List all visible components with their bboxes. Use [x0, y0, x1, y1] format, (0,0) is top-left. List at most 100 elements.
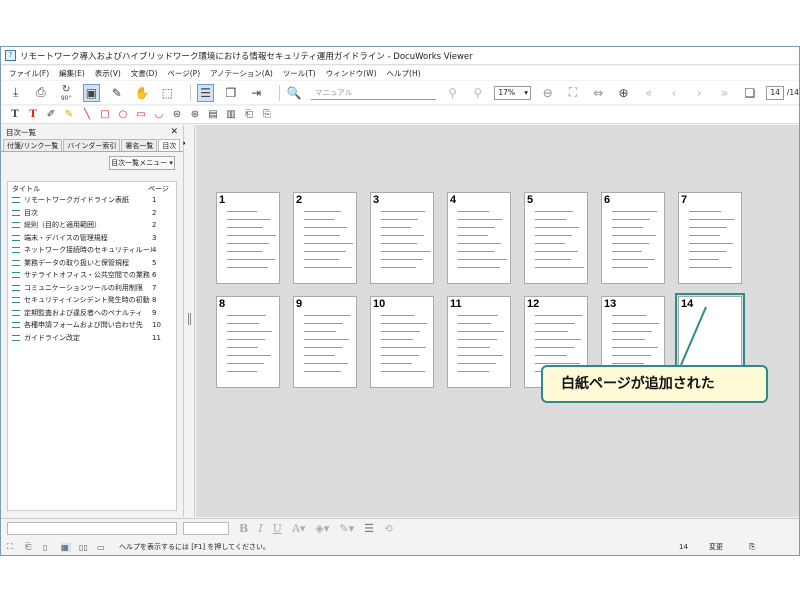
outline-panel-icon[interactable]: ☰ — [196, 83, 215, 102]
fit-width-icon[interactable]: ⇔ — [590, 84, 607, 102]
hand-tool-icon[interactable]: ✋ — [133, 84, 150, 102]
history-icon[interactable]: ⟲ — [384, 522, 393, 535]
next-page-icon[interactable]: › — [691, 84, 708, 102]
panel-splitter[interactable] — [185, 125, 195, 517]
date-stamp-icon[interactable]: ⊛ — [189, 109, 201, 121]
text-tool-icon[interactable]: T — [9, 109, 21, 121]
zoom-select[interactable]: 17% ▾ — [494, 85, 532, 100]
outline-item[interactable]: 総則（目的と適用範囲） 2 — [8, 219, 176, 232]
underline-icon[interactable]: U — [273, 522, 282, 535]
outline-item[interactable]: サテライトオフィス・公共空間での業務 6 — [8, 269, 176, 282]
rotate-icon[interactable]: ↻ 90° — [58, 84, 75, 102]
bookmark-icon — [12, 197, 20, 204]
select-tool-icon[interactable]: ⬚ — [159, 84, 176, 102]
splitter-grip[interactable] — [188, 313, 191, 325]
highlighter-tool-icon[interactable]: ✎ — [63, 109, 75, 121]
thumbnail-view-icon[interactable]: ▣ — [82, 83, 101, 102]
export-icon[interactable]: ⇥ — [248, 84, 265, 102]
menu-edit[interactable]: 編集(E) — [59, 68, 85, 79]
outline-menu-button[interactable]: 目次一覧メニュー ▾ — [109, 156, 175, 170]
last-page-icon[interactable]: » — [716, 84, 733, 102]
outline-item[interactable]: 業務データの取り扱いと保管規程 5 — [8, 257, 176, 270]
fit-page-icon[interactable]: ⛶ — [564, 84, 581, 102]
tab-binder-index[interactable]: バインダー索引 — [63, 139, 121, 151]
line-width-icon[interactable]: ☰ — [364, 522, 374, 535]
tab-sticky-links[interactable]: 付箋/リンク一覧 — [3, 139, 63, 151]
font-size-select[interactable] — [183, 522, 229, 535]
italic-icon[interactable]: I — [258, 522, 262, 535]
red-text-tool-icon[interactable]: T — [27, 109, 39, 121]
thumbnail-mode-icon[interactable]: ▦ — [61, 542, 71, 552]
ellipse-tool-icon[interactable]: ○ — [117, 109, 129, 121]
add-page-icon[interactable]: ⎘ — [261, 109, 273, 121]
page-thumbnail[interactable]: 1 — [216, 192, 280, 284]
copy-icon[interactable]: ❐ — [222, 84, 239, 102]
sticky-note-icon[interactable]: ⎗ — [243, 109, 255, 121]
two-page-icon[interactable]: ▯▯ — [79, 543, 89, 552]
fullscreen-icon[interactable]: ⛶ — [7, 542, 17, 552]
font-color-icon[interactable]: A▾ — [292, 522, 305, 535]
menu-page[interactable]: ページ(P) — [167, 68, 200, 79]
scroll-mode-icon[interactable]: ▭ — [97, 543, 107, 552]
status-copy-icon[interactable]: ⎘ — [749, 542, 755, 552]
outline-item[interactable]: 各種申請フォームおよび問い合わせ先 10 — [8, 319, 176, 332]
font-select[interactable] — [7, 522, 177, 535]
menu-view[interactable]: 表示(V) — [95, 68, 121, 79]
page-thumbnail[interactable]: 5 — [524, 192, 588, 284]
image-tool-icon[interactable]: ▤ — [207, 109, 219, 121]
outline-item[interactable]: リモートワークガイドライン表紙 1 — [8, 194, 176, 207]
tab-outline[interactable]: 目次 — [158, 139, 181, 151]
outline-item[interactable]: コミュニケーションツールの利用制限 7 — [8, 282, 176, 295]
bold-icon[interactable]: B — [239, 522, 248, 535]
page-view-icon[interactable]: ❏ — [741, 84, 758, 102]
page-thumbnail[interactable]: 7 — [678, 192, 742, 284]
page-text-line — [381, 267, 416, 268]
page-thumbnail[interactable]: 10 — [370, 296, 434, 388]
zoom-in-icon[interactable]: ⊕ — [615, 84, 632, 102]
close-icon[interactable]: ✕ — [170, 127, 178, 137]
line-color-icon[interactable]: ✎▾ — [339, 522, 354, 535]
prev-page-icon[interactable]: ‹ — [665, 84, 682, 102]
page-number: 6 — [604, 194, 611, 206]
attachment-icon[interactable]: ⎗ — [25, 542, 35, 552]
outline-item[interactable]: セキュリティインシデント発生時の初動 8 — [8, 294, 176, 307]
menu-annotation[interactable]: アノテーション(A) — [210, 68, 273, 79]
shape-tool-icon[interactable]: ◡ — [153, 109, 165, 121]
page-thumbnail[interactable]: 8 — [216, 296, 280, 388]
menu-help[interactable]: ヘルプ(H) — [387, 68, 421, 79]
single-page-icon[interactable]: ▯ — [43, 543, 53, 552]
menu-file[interactable]: ファイル(F) — [9, 68, 49, 79]
line-tool-icon[interactable]: ╲ — [81, 109, 93, 121]
menu-tools[interactable]: ツール(T) — [283, 68, 316, 79]
outline-item[interactable]: ガイドライン改定 11 — [8, 332, 176, 345]
page-thumbnail[interactable]: 11 — [447, 296, 511, 388]
outline-item[interactable]: 定期監査および違反者へのペナルティ 9 — [8, 307, 176, 320]
page-thumbnail[interactable]: 6 — [601, 192, 665, 284]
first-page-icon[interactable]: « — [640, 84, 657, 102]
import-icon[interactable]: ⤓ — [7, 84, 24, 102]
find-user-next-icon[interactable]: ⚲ — [469, 84, 486, 102]
menu-window[interactable]: ウィンドウ(W) — [326, 68, 377, 79]
page-thumbnail[interactable]: 9 — [293, 296, 357, 388]
outline-item[interactable]: 端末・デバイスの管理規程 3 — [8, 232, 176, 245]
tab-signatures[interactable]: 署名一覧 — [121, 139, 158, 151]
search-input[interactable]: マニュアル — [310, 85, 436, 100]
page-thumbnail[interactable]: 2 — [293, 192, 357, 284]
filled-rect-tool-icon[interactable]: ▭ — [135, 109, 147, 121]
page-thumbnail[interactable]: 4 — [447, 192, 511, 284]
page-thumbnail[interactable]: 3 — [370, 192, 434, 284]
search-icon[interactable]: 🔍 — [286, 84, 303, 102]
zoom-out-icon[interactable]: ⊖ — [539, 84, 556, 102]
page-number-input[interactable]: 14 — [766, 85, 784, 100]
stamp-tool-icon[interactable]: ⊜ — [171, 109, 183, 121]
outline-item[interactable]: ネットワーク接続時のセキュリティルール 4 — [8, 244, 176, 257]
menu-document[interactable]: 文書(D) — [131, 68, 158, 79]
link-tool-icon[interactable]: ▥ — [225, 109, 237, 121]
rectangle-tool-icon[interactable]: □ — [99, 109, 111, 121]
marker-tool-icon[interactable]: ✐ — [45, 109, 57, 121]
fill-color-icon[interactable]: ◈▾ — [315, 522, 329, 535]
pen-tool-icon[interactable]: ✎ — [108, 84, 125, 102]
print-icon[interactable]: ⎙ — [32, 84, 49, 102]
find-user-icon[interactable]: ⚲ — [444, 84, 461, 102]
outline-item[interactable]: 目次 2 — [8, 207, 176, 220]
